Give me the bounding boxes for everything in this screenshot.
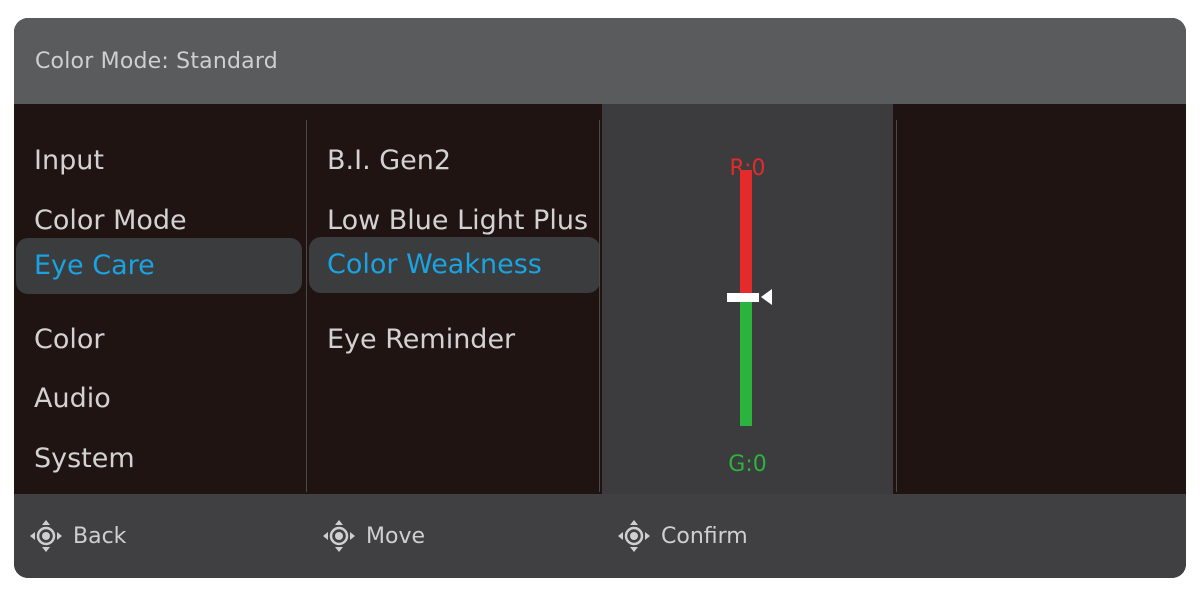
menu-item-color[interactable]: Color — [14, 312, 304, 368]
slider-handle[interactable] — [727, 293, 759, 302]
empty-panel — [893, 104, 1186, 494]
green-filter-track — [740, 300, 752, 426]
slider-pointer-icon — [761, 289, 772, 305]
color-mode-status: Color Mode: Standard — [35, 49, 278, 74]
submenu-item-eye-reminder[interactable]: Eye Reminder — [309, 312, 600, 368]
main-menu: Input Color Mode Eye Care Color Audio Sy… — [14, 104, 310, 494]
joystick-icon — [618, 520, 650, 552]
move-hint[interactable]: Move — [322, 494, 425, 578]
osd-menu: Color Mode: Standard Input Color Mode Ey… — [14, 18, 1186, 578]
back-label: Back — [73, 523, 127, 549]
key-guide-bar: Back Move Confirm — [14, 494, 1186, 578]
red-filter-track — [740, 170, 752, 294]
confirm-hint[interactable]: Confirm — [617, 494, 748, 578]
osd-header: Color Mode: Standard — [14, 18, 1186, 104]
submenu-divider — [599, 120, 600, 492]
move-label: Move — [366, 523, 425, 549]
back-hint[interactable]: Back — [29, 494, 126, 578]
confirm-label: Confirm — [661, 523, 748, 549]
menu-item-system[interactable]: System — [14, 431, 304, 487]
menu-item-input[interactable]: Input — [14, 133, 304, 189]
menu-item-audio[interactable]: Audio — [14, 371, 304, 427]
joystick-icon — [323, 520, 355, 552]
eye-care-submenu: B.I. Gen2 Low Blue Light Plus Color Weak… — [309, 104, 603, 494]
green-filter-value: G:0 — [728, 452, 767, 477]
joystick-icon — [30, 520, 62, 552]
submenu-item-color-weakness[interactable]: Color Weakness — [309, 237, 600, 293]
menu-divider — [306, 120, 307, 492]
menu-item-eye-care[interactable]: Eye Care — [16, 238, 302, 294]
submenu-item-bi-gen2[interactable]: B.I. Gen2 — [309, 133, 600, 189]
color-weakness-slider-panel: R:0 G:0 — [602, 104, 893, 494]
